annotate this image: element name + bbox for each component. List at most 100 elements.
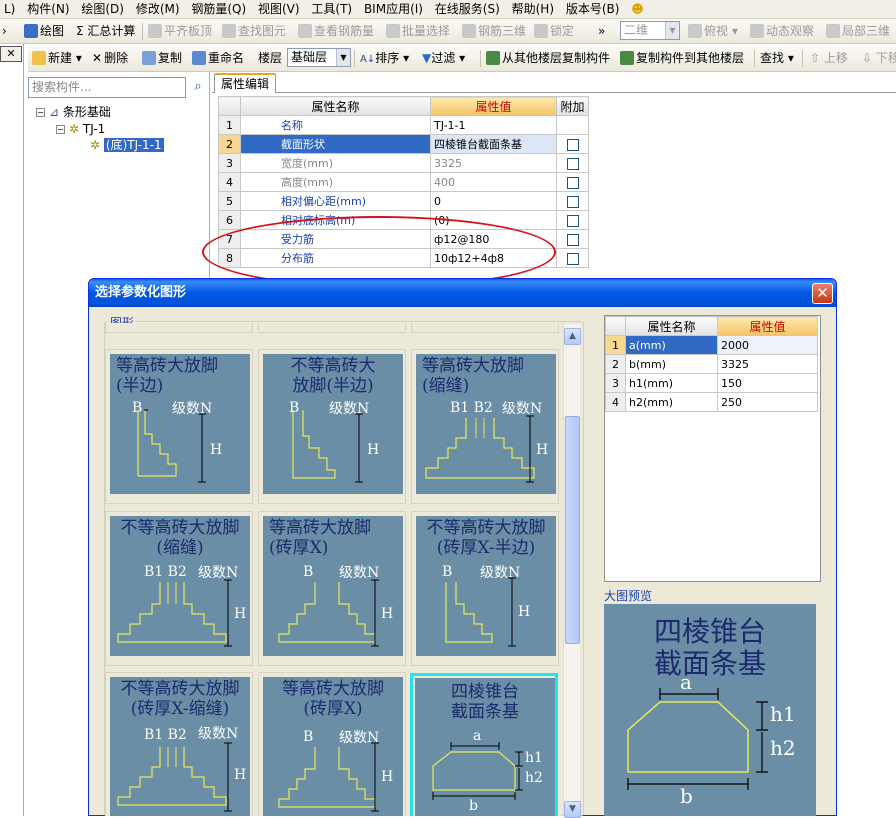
view-rebar-qty-button[interactable]: 查看钢筋量 bbox=[296, 22, 376, 41]
shape-thumbnail[interactable] bbox=[411, 323, 559, 333]
copy-from-other-floor-button[interactable]: 从其他楼层复制构件 bbox=[484, 49, 612, 68]
menu-item-component[interactable]: 构件(N) bbox=[23, 0, 73, 18]
extra-checkbox[interactable] bbox=[566, 252, 579, 265]
table-row[interactable]: 2 b(mm) 3325 bbox=[605, 354, 818, 374]
menu-item-online[interactable]: 在线服务(S) bbox=[431, 0, 504, 18]
toolbar-overflow-icon[interactable]: › bbox=[0, 22, 9, 41]
toolbar-overflow-icon[interactable]: » bbox=[596, 22, 607, 41]
table-row[interactable]: 3 h1(mm) 150 bbox=[605, 373, 818, 393]
param-value[interactable]: 3325 bbox=[717, 354, 818, 374]
local-3d-button[interactable]: 局部三维 bbox=[824, 22, 892, 41]
menu-item-bim[interactable]: BIM应用(I) bbox=[360, 0, 427, 18]
shape-thumbnail[interactable]: 不等高砖大放脚 (砖厚X-缩缝) B1 B2 级数N H bbox=[105, 672, 253, 816]
dynamic-view-button[interactable]: 动态观察 bbox=[748, 22, 816, 41]
shape-thumbnail[interactable]: 等高砖大放脚 (半边) B 级数N H bbox=[105, 349, 253, 504]
menu-item-modify[interactable]: 修改(M) bbox=[132, 0, 184, 18]
menu-item-view[interactable]: 视图(V) bbox=[254, 0, 304, 18]
extra-checkbox[interactable] bbox=[566, 233, 579, 246]
extra-checkbox[interactable] bbox=[566, 195, 579, 208]
copy-to-other-floor-button[interactable]: 复制构件到其他楼层 bbox=[618, 49, 746, 68]
find-button[interactable]: 查找 ▾ bbox=[758, 49, 796, 68]
param-value[interactable]: 250 bbox=[717, 392, 818, 412]
align-slab-button[interactable]: 平齐板顶 bbox=[146, 22, 214, 41]
extra-checkbox[interactable] bbox=[566, 214, 579, 227]
collapse-icon[interactable]: − bbox=[36, 108, 45, 117]
close-icon[interactable]: ✕ bbox=[812, 283, 833, 304]
find-element-button[interactable]: 查找图元 bbox=[220, 22, 288, 41]
sort-button[interactable]: A↓排序 ▾ bbox=[358, 49, 411, 68]
prop-name: 截面形状 bbox=[240, 134, 431, 154]
delete-label: 删除 bbox=[104, 51, 129, 65]
tree-node-root[interactable]: − ⊿ 条形基础 bbox=[36, 104, 111, 120]
header-prop-name: 属性名称 bbox=[240, 96, 431, 116]
table-row[interactable]: 1 a(mm) 2000 bbox=[605, 335, 818, 355]
top-view-button[interactable]: 俯视 ▾ bbox=[686, 22, 740, 41]
table-row[interactable]: 5 相对偏心距(mm) 0 bbox=[218, 191, 589, 211]
filter-button[interactable]: ▼过滤 ▾ bbox=[420, 49, 467, 68]
extra-checkbox[interactable] bbox=[566, 176, 579, 189]
shape-thumbnail[interactable]: 不等高砖大放脚 (砖厚X-半边) B 级数N H bbox=[411, 511, 559, 666]
delete-icon: ✕ bbox=[92, 51, 103, 65]
shape-thumbnail[interactable]: 不等高砖大 放脚(半边) B 级数N H bbox=[258, 349, 406, 504]
search-icon[interactable]: ⌕ bbox=[188, 77, 208, 98]
search-input[interactable]: 搜索构件... bbox=[28, 77, 186, 98]
table-row[interactable]: 4 h2(mm) 250 bbox=[605, 392, 818, 412]
shape-thumbnail-selected[interactable]: 四棱锥台 截面条基 a h1 h2 b bbox=[410, 673, 558, 816]
move-up-button[interactable]: ⇧ 上移 bbox=[808, 49, 850, 68]
shape-thumbnail[interactable]: 等高砖大放脚 (缩缝) B1 B2 级数N H bbox=[411, 349, 559, 504]
view-mode-select[interactable]: 二维 ▼ bbox=[620, 21, 680, 40]
lock-button[interactable]: 锁定 bbox=[532, 22, 576, 41]
scrollbar-thumb[interactable] bbox=[565, 416, 580, 644]
extra-checkbox[interactable] bbox=[566, 157, 579, 170]
prop-value[interactable]: TJ-1-1 bbox=[430, 115, 557, 135]
table-row[interactable]: 1 名称 TJ-1-1 bbox=[218, 115, 589, 135]
prop-value[interactable]: 0 bbox=[430, 191, 557, 211]
menu-item-tools[interactable]: 工具(T) bbox=[307, 0, 356, 18]
prop-value[interactable]: 3325 bbox=[430, 153, 557, 173]
shape-thumbnail[interactable] bbox=[105, 323, 253, 333]
copy-button[interactable]: 复制 bbox=[140, 49, 184, 68]
new-button[interactable]: 新建 ▾ bbox=[30, 49, 84, 68]
move-down-button[interactable]: ⇩ 下移 bbox=[860, 49, 896, 68]
shape-thumbnail[interactable]: 等高砖大放脚 (砖厚X) B 级数N H bbox=[258, 511, 406, 666]
align-icon bbox=[148, 24, 162, 38]
scroll-up-icon[interactable]: ▲ bbox=[564, 328, 581, 345]
scroll-down-icon[interactable]: ▼ bbox=[564, 801, 581, 818]
table-row[interactable]: 2 截面形状 四棱锥台截面条基 bbox=[218, 134, 589, 154]
close-icon[interactable]: ✕ bbox=[0, 46, 22, 62]
menu-item-draw[interactable]: 绘图(D) bbox=[77, 0, 128, 18]
menu-item-rebar-qty[interactable]: 钢筋量(Q) bbox=[187, 0, 250, 18]
rebar-3d-button[interactable]: 钢筋三维 bbox=[460, 22, 528, 41]
batch-select-button[interactable]: 批量选择 bbox=[384, 22, 452, 41]
prop-value[interactable]: 400 bbox=[430, 172, 557, 192]
table-row[interactable]: 4 高度(mm) 400 bbox=[218, 172, 589, 192]
menu-item-l[interactable]: L) bbox=[0, 0, 19, 18]
thumbnail-scrollbar[interactable]: ▲ ▼ bbox=[563, 324, 581, 818]
table-row[interactable]: 3 宽度(mm) 3325 bbox=[218, 153, 589, 173]
collapse-icon[interactable]: − bbox=[56, 125, 65, 134]
rename-button[interactable]: 重命名 bbox=[190, 49, 246, 68]
shape-thumbnail[interactable] bbox=[258, 323, 406, 333]
draw-button[interactable]: 绘图 bbox=[22, 22, 66, 41]
tree-node-leaf[interactable]: ✲ (底)TJ-1-1 bbox=[90, 137, 164, 153]
extra-checkbox[interactable] bbox=[566, 138, 579, 151]
delete-button[interactable]: ✕ 删除 bbox=[90, 49, 130, 68]
strip-foundation-icon: ⊿ bbox=[49, 105, 60, 119]
prop-name: 相对偏心距(mm) bbox=[240, 191, 431, 211]
smiley-icon[interactable]: ☻ bbox=[627, 0, 648, 18]
prop-value[interactable]: 四棱锥台截面条基 bbox=[430, 134, 557, 154]
param-value[interactable]: 150 bbox=[717, 373, 818, 393]
shape-thumbnail[interactable]: 等高砖大放脚 (砖厚X) B 级数N H bbox=[258, 672, 406, 816]
param-value[interactable]: 2000 bbox=[717, 335, 818, 355]
menu-item-help[interactable]: 帮助(H) bbox=[508, 0, 558, 18]
tree-node-child[interactable]: − ✲ TJ-1 bbox=[56, 121, 105, 137]
main-toolbar: › 绘图 Σ 汇总计算 平齐板顶 查找图元 查看钢筋量 批量选择 钢筋三维 锁定… bbox=[0, 19, 896, 44]
sum-calc-button[interactable]: Σ 汇总计算 bbox=[74, 22, 137, 41]
shape-thumbnail[interactable]: 不等高砖大放脚 (缩缝) B1 B2 级数N H bbox=[105, 511, 253, 666]
floor-select[interactable]: 基础层 ▼ bbox=[287, 48, 351, 67]
move-up-label: 上移 bbox=[823, 51, 848, 65]
row-number: 1 bbox=[605, 335, 626, 355]
tab-property-edit[interactable]: 属性编辑 bbox=[214, 73, 277, 93]
chevron-down-icon: ▼ bbox=[336, 49, 350, 66]
menu-item-version[interactable]: 版本号(B) bbox=[562, 0, 624, 18]
